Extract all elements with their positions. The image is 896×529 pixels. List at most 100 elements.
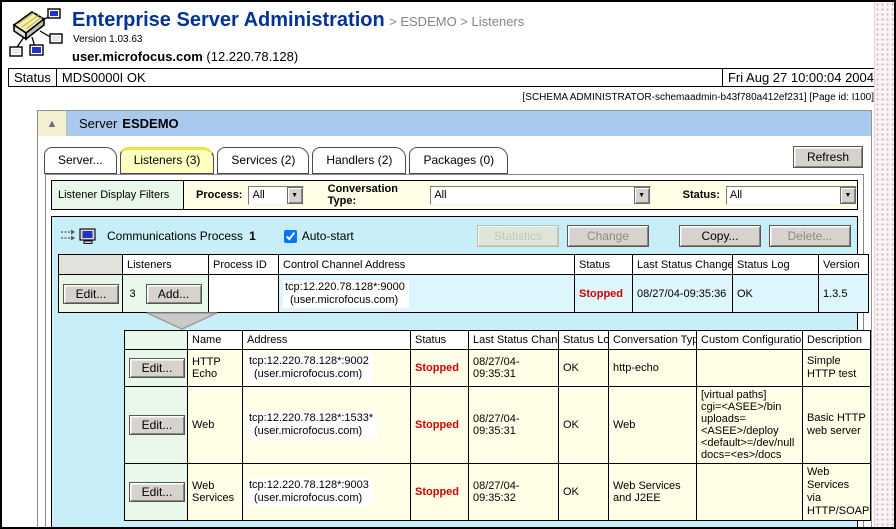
listener-status-log: OK bbox=[559, 464, 609, 521]
listeners-content: Listener Display Filters Process: All ▼ … bbox=[45, 174, 864, 529]
col-status-log: Status Log bbox=[559, 331, 609, 350]
col-name: Name bbox=[188, 331, 243, 350]
network-logo-icon bbox=[8, 7, 64, 61]
listener-custom-configuration bbox=[697, 464, 803, 521]
status-bar: Status MDS0000I OK Fri Aug 27 10:00:04 2… bbox=[8, 68, 880, 87]
col-listeners: Listeners bbox=[123, 255, 209, 275]
process-id-value bbox=[209, 275, 279, 313]
tab-handlers[interactable]: Handlers (2) bbox=[312, 147, 406, 174]
listener-conversation-type: Web bbox=[609, 387, 697, 464]
listener-last-status-change: 08/27/04-09:35:31 bbox=[469, 350, 559, 387]
server-panel-header: ▲ Server ESDEMO bbox=[38, 111, 871, 136]
copy-button[interactable]: Copy... bbox=[679, 225, 761, 247]
listener-name: Web Services bbox=[188, 464, 243, 521]
status-bar-message: MDS0000I OK bbox=[57, 68, 723, 87]
listener-description: Basic HTTP web server bbox=[803, 387, 871, 464]
listener-address: tcp:12.220.78.128*:9003 (user.microfocus… bbox=[247, 478, 373, 506]
listener-display-filters: Listener Display Filters Process: All ▼ … bbox=[51, 180, 858, 210]
listener-name: HTTP Echo bbox=[188, 350, 243, 387]
col-status-log: Status Log bbox=[733, 255, 819, 275]
col-last-status-change: Last Status Change bbox=[633, 255, 733, 275]
listener-status-log: OK bbox=[559, 387, 609, 464]
col-custom-configuration: Custom Configuration bbox=[697, 331, 803, 350]
edit-listener-button[interactable]: Edit... bbox=[129, 482, 185, 502]
server-panel: ▲ Server ESDEMO Server... Listeners (3) … bbox=[37, 110, 872, 529]
host-ip: (12.220.78.128) bbox=[206, 49, 298, 64]
table-header-row: Name Address Status Last Status Change S… bbox=[125, 331, 871, 350]
listener-description: Simple HTTP test bbox=[803, 350, 871, 387]
delete-button[interactable]: Delete... bbox=[769, 225, 851, 247]
listener-custom-configuration: [virtual paths] cgi=<ASEE>/bin uploads=<… bbox=[697, 387, 803, 464]
page-header: Enterprise Server Administration > ESDEM… bbox=[2, 2, 894, 64]
communications-process-block: Communications Process 1 Auto-start Stat… bbox=[51, 216, 858, 529]
listener-conversation-type: Web Services and J2EE bbox=[609, 464, 697, 521]
change-button[interactable]: Change bbox=[567, 225, 649, 247]
col-control-channel-address: Control Channel Address bbox=[279, 255, 575, 275]
listener-description: Web Services via HTTP/SOAP bbox=[803, 464, 871, 521]
listener-last-status-change: 08/27/04-09:35:31 bbox=[469, 387, 559, 464]
col-description: Description bbox=[803, 331, 871, 350]
table-header-row: Listeners Process ID Control Channel Add… bbox=[59, 255, 869, 275]
process-filter-select[interactable]: All ▼ bbox=[248, 186, 303, 205]
listener-custom-configuration bbox=[697, 350, 803, 387]
control-channel-address: tcp:12.220.78.128*:9000 (user.microfocus… bbox=[283, 280, 409, 308]
edit-process-button[interactable]: Edit... bbox=[63, 284, 119, 304]
listener-row-web: Edit... Web tcp:12.220.78.128*:1533* (us… bbox=[125, 387, 871, 464]
listener-last-status-change: 08/27/04-09:35:32 bbox=[469, 464, 559, 521]
listeners-detail-table: Name Address Status Last Status Change S… bbox=[124, 330, 871, 521]
status-filter-select[interactable]: All ▼ bbox=[726, 186, 857, 205]
conversation-type-filter-select[interactable]: All ▼ bbox=[430, 186, 650, 205]
status-value: Stopped bbox=[575, 275, 633, 313]
breadcrumb[interactable]: > ESDEMO > Listeners bbox=[389, 14, 524, 29]
col-status: Status bbox=[411, 331, 469, 350]
version-value: 1.3.5 bbox=[819, 275, 869, 313]
edit-listener-button[interactable]: Edit... bbox=[129, 415, 185, 435]
version-label: Version 1.03.63 bbox=[73, 34, 524, 45]
col-edit bbox=[59, 255, 123, 275]
col-version: Version bbox=[819, 255, 869, 275]
communications-process-row: Communications Process 1 Auto-start Stat… bbox=[58, 222, 851, 250]
host-name: user.microfocus.com bbox=[72, 49, 203, 64]
auto-start-checkbox[interactable] bbox=[284, 230, 297, 243]
listener-status: Stopped bbox=[411, 350, 469, 387]
status-filter-label: Status: bbox=[683, 189, 720, 201]
tab-bar: Server... Listeners (3) Services (2) Han… bbox=[38, 136, 871, 174]
add-listener-button[interactable]: Add... bbox=[146, 284, 202, 304]
collapse-triangle-icon[interactable]: ▲ bbox=[38, 111, 67, 136]
listener-row-http-echo: Edit... HTTP Echo tcp:12.220.78.128*:900… bbox=[125, 350, 871, 387]
refresh-button[interactable]: Refresh bbox=[793, 146, 863, 168]
col-status: Status bbox=[575, 255, 633, 275]
session-info: [SCHEMA ADMINISTRATOR-schemaadmin-b43f78… bbox=[2, 92, 874, 103]
dropdown-arrow-icon: ▼ bbox=[287, 187, 303, 204]
process-listeners-table: Listeners Process ID Control Channel Add… bbox=[58, 254, 869, 313]
status-bar-datetime: Fri Aug 27 10:00:04 2004 bbox=[723, 68, 880, 87]
server-label: Server bbox=[79, 116, 117, 131]
expand-arrow bbox=[58, 313, 851, 330]
listener-address: tcp:12.220.78.128*:1533* (user.microfocu… bbox=[247, 411, 377, 439]
edit-listener-button[interactable]: Edit... bbox=[129, 358, 185, 378]
tab-server[interactable]: Server... bbox=[44, 147, 117, 174]
listener-status-log: OK bbox=[559, 350, 609, 387]
dropdown-arrow-icon: ▼ bbox=[634, 187, 650, 204]
tab-services[interactable]: Services (2) bbox=[217, 147, 309, 174]
col-address: Address bbox=[243, 331, 411, 350]
col-edit bbox=[125, 331, 188, 350]
conversation-type-filter-label: Conversation Type: bbox=[328, 183, 425, 207]
tab-packages[interactable]: Packages (0) bbox=[409, 147, 508, 174]
listener-status: Stopped bbox=[411, 464, 469, 521]
listener-conversation-type: http-echo bbox=[609, 350, 697, 387]
col-process-id: Process ID bbox=[209, 255, 279, 275]
statistics-button[interactable]: Statistics bbox=[477, 225, 559, 247]
listener-status: Stopped bbox=[411, 387, 469, 464]
communications-process-title: Communications Process bbox=[107, 229, 243, 243]
communications-process-icon bbox=[60, 227, 100, 245]
tab-listeners[interactable]: Listeners (3) bbox=[120, 147, 215, 174]
dropdown-arrow-icon: ▼ bbox=[840, 187, 856, 204]
listener-name: Web bbox=[188, 387, 243, 464]
listener-count: 3 bbox=[129, 288, 135, 300]
status-bar-label: Status bbox=[8, 68, 57, 87]
communications-process-number: 1 bbox=[249, 229, 256, 243]
last-status-change-value: 08/27/04-09:35:36 bbox=[633, 275, 733, 313]
col-last-status-change: Last Status Change bbox=[469, 331, 559, 350]
page-title: Enterprise Server Administration bbox=[72, 9, 385, 31]
